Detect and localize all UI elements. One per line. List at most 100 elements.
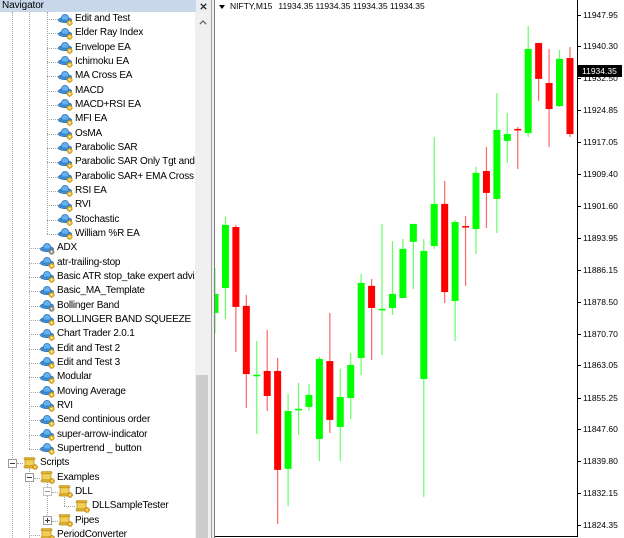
tree-item-label: Modular xyxy=(57,371,92,383)
tree-item[interactable]: PeriodConverter xyxy=(0,528,195,538)
y-tick-mark xyxy=(578,46,581,48)
bear-candle-body xyxy=(368,285,376,308)
y-tick-mark xyxy=(578,269,581,271)
expert-advisor-icon xyxy=(40,399,56,413)
y-tick-mark xyxy=(578,14,581,16)
tree-connector-line xyxy=(47,90,58,92)
tree-item[interactable]: Basic_MA_Template xyxy=(0,284,195,298)
chart-dropdown-icon[interactable] xyxy=(219,4,225,9)
tree-item[interactable]: OsMA xyxy=(0,127,195,141)
bull-candle-body xyxy=(503,134,511,141)
y-tick-label: 11824.35 xyxy=(583,520,618,531)
expert-advisor-icon xyxy=(58,213,74,226)
expert-advisor-icon xyxy=(58,27,74,40)
bull-candle-body xyxy=(420,250,428,380)
tree-item[interactable]: MACD xyxy=(0,84,195,98)
tree-item[interactable]: Parabolic SAR Only Tgt and xyxy=(0,155,195,169)
tree-item[interactable]: Edit and Test 3 xyxy=(0,356,195,370)
expert-advisor-icon xyxy=(58,127,74,140)
tree-item-label: ADX xyxy=(57,242,77,254)
expert-advisor-icon xyxy=(58,227,74,241)
navigator-scrollbar[interactable] xyxy=(195,12,210,538)
tree-connector-line xyxy=(29,362,40,364)
scroll-up-button[interactable] xyxy=(195,14,210,28)
candle xyxy=(503,112,511,163)
price-axis[interactable]: 11934.35 11947.95 11940.30 11932.50 11924.8… xyxy=(578,0,624,538)
tree-item[interactable]: Ichimoku EA xyxy=(0,55,195,69)
bull-candle-body xyxy=(221,224,229,288)
chart-header: NIFTY,M15 11934.35 11934.35 11934.35 119… xyxy=(218,1,425,12)
tree-item[interactable]: Basic ATR stop_take expert advi xyxy=(0,270,195,284)
tree-item-label: Chart Trader 2.0.1 xyxy=(57,328,135,340)
tree-item[interactable]: RSI EA xyxy=(0,184,195,198)
tree-item[interactable]: Moving Average xyxy=(0,385,195,399)
splitter-line xyxy=(211,0,212,538)
tree-item[interactable]: Edit and Test xyxy=(0,12,195,26)
tree-connector-line xyxy=(47,61,58,63)
tree-item[interactable]: Elder Ray Index xyxy=(0,26,195,40)
y-tick-mark xyxy=(578,397,581,399)
candle xyxy=(274,357,282,525)
expand-icon[interactable] xyxy=(43,516,52,526)
tree-item[interactable]: Edit and Test 2 xyxy=(0,342,195,356)
tree-item[interactable]: BOLLINGER BAND SQUEEZE xyxy=(0,313,195,327)
tree-item[interactable]: Scripts xyxy=(0,456,195,470)
tree-item-label: Envelope EA xyxy=(75,41,131,53)
tree-item[interactable]: MFI EA xyxy=(0,112,195,126)
tree-item[interactable]: ADX xyxy=(0,241,195,255)
close-button[interactable] xyxy=(196,0,210,12)
tree-item[interactable]: William %R EA xyxy=(0,227,195,241)
bull-candle-body xyxy=(378,308,386,311)
expert-advisor-icon xyxy=(58,41,74,54)
collapse-icon[interactable] xyxy=(8,458,17,468)
expert-advisor-icon xyxy=(58,141,74,155)
y-tick-label: 11917.05 xyxy=(583,137,618,148)
expert-advisor-icon xyxy=(58,98,74,112)
bull-candle-body xyxy=(284,411,292,469)
candle xyxy=(441,180,449,304)
candle xyxy=(514,127,522,169)
bear-candle-body xyxy=(232,226,240,307)
tree-item[interactable]: RVI xyxy=(0,399,195,413)
tree-item[interactable]: Examples xyxy=(0,471,195,485)
tree-item[interactable]: Chart Trader 2.0.1 xyxy=(0,327,195,341)
collapse-icon[interactable] xyxy=(25,473,34,483)
y-tick-label: 11924.85 xyxy=(583,105,618,116)
collapse-icon[interactable] xyxy=(43,487,52,497)
y-tick-mark xyxy=(578,461,581,463)
expert-advisor-icon xyxy=(40,371,56,384)
navigator-tree[interactable]: Edit and Test Elder Ray Index Envelope EA I… xyxy=(0,12,195,538)
tree-item[interactable]: DLL xyxy=(0,485,195,499)
tree-item[interactable]: Parabolic SAR+ EMA Cross xyxy=(0,170,195,184)
chart-plot-area[interactable]: NIFTY,M15 11934.35 11934.35 11934.35 119… xyxy=(215,0,578,537)
tree-item[interactable]: DLLSampleTester xyxy=(0,499,195,513)
expert-advisor-icon xyxy=(40,428,56,441)
expert-advisor-icon xyxy=(58,156,74,169)
candle xyxy=(336,368,344,462)
tree-item[interactable]: Send continious order xyxy=(0,413,195,427)
tree-item[interactable]: Modular xyxy=(0,370,195,384)
tree-item[interactable]: RVI xyxy=(0,198,195,212)
tree-item[interactable]: Stochastic xyxy=(0,213,195,227)
tree-item[interactable]: Supertrend _ button xyxy=(0,442,195,456)
tree-connector-line xyxy=(47,176,58,178)
bull-candle-body xyxy=(336,396,344,427)
tree-item[interactable]: MACD+RSI EA xyxy=(0,98,195,112)
candle xyxy=(430,136,438,249)
scrollbar-thumb[interactable] xyxy=(196,375,208,538)
bear-candle-body xyxy=(535,42,543,79)
navigator-title-bar: Navigator xyxy=(0,0,196,12)
candle xyxy=(368,279,376,361)
expert-advisor-icon xyxy=(58,84,74,97)
tree-item[interactable]: super-arrow-indicator xyxy=(0,428,195,442)
tree-item[interactable]: Pipes xyxy=(0,514,195,528)
tree-item[interactable]: atr-trailing-stop xyxy=(0,256,195,270)
bull-candle-body xyxy=(347,364,355,399)
tree-item-label: Bollinger Band xyxy=(57,299,120,311)
tree-item[interactable]: Envelope EA xyxy=(0,41,195,55)
tree-item[interactable]: Parabolic SAR xyxy=(0,141,195,155)
tree-item[interactable]: MA Cross EA xyxy=(0,69,195,83)
y-tick-label: 11832.15 xyxy=(583,488,618,499)
tree-item[interactable]: Bollinger Band xyxy=(0,299,195,313)
tree-connector-line xyxy=(29,262,40,264)
